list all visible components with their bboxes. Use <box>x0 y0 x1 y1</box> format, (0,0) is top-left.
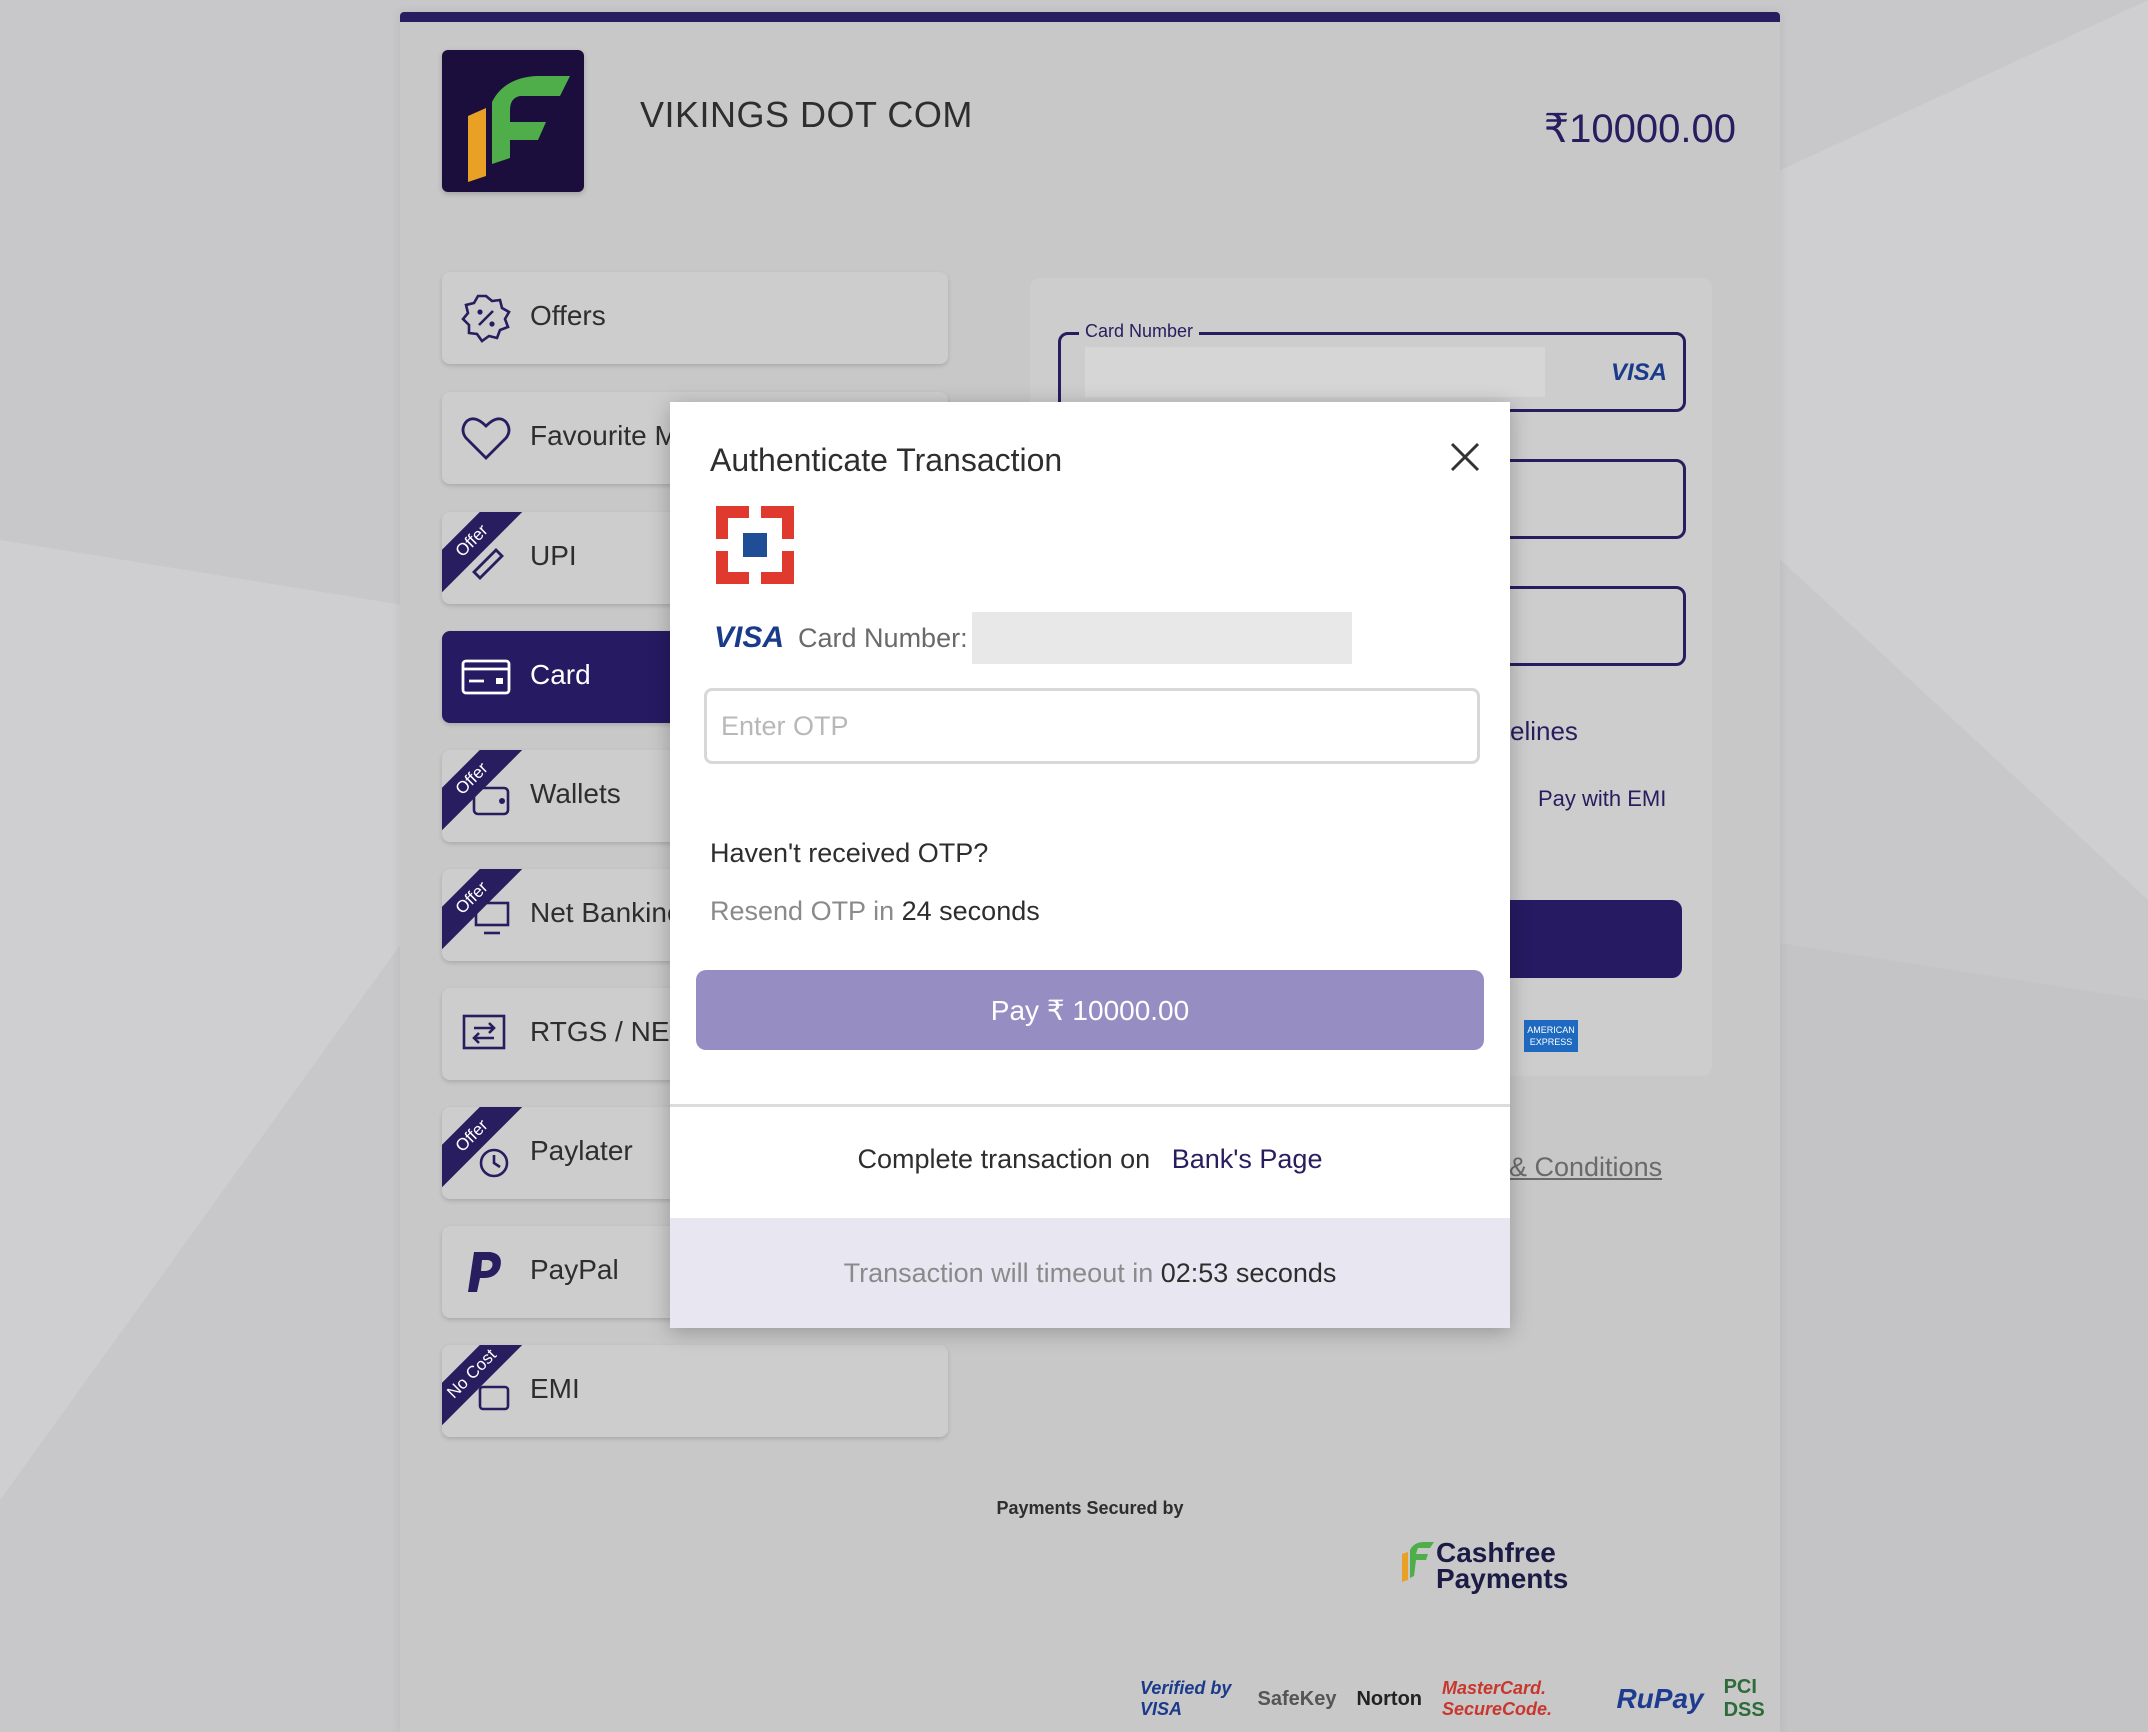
complete-prefix: Complete transaction on <box>857 1144 1151 1174</box>
card-number-label: Card Number: <box>798 622 968 653</box>
verified-by-visa-badge: Verified by VISA <box>1140 1678 1232 1719</box>
card-number-label: Card Number <box>1079 321 1200 342</box>
mastercard-securecode-badge: MasterCard. SecureCode. <box>1442 1678 1553 1719</box>
no-otp-text: Haven't received OTP? <box>710 838 989 868</box>
security-badges: Verified by VISA SafeKey Norton MasterCa… <box>1140 1676 1780 1722</box>
resend-prefix: Resend OTP in <box>710 896 895 926</box>
terms-link[interactable]: ; & Conditions <box>1494 1152 1662 1183</box>
rupay-badge: RuPay <box>1616 1683 1704 1714</box>
bank-logo <box>716 506 794 584</box>
pay-button[interactable]: Pay ₹ 10000.00 <box>696 970 1484 1050</box>
amex-logo: AMERICAN EXPRESS <box>1524 1020 1578 1052</box>
divider <box>670 1104 1510 1107</box>
safekey-badge: SafeKey <box>1257 1687 1337 1710</box>
bank-page-link[interactable]: Bank's Page <box>1172 1144 1323 1174</box>
resend-countdown: 24 seconds <box>901 896 1040 926</box>
guidelines-link[interactable]: elines <box>1510 716 1578 747</box>
pci-dss-badge: PCI DSS <box>1723 1676 1765 1721</box>
merchant-name: VIKINGS DOT COM <box>640 94 973 135</box>
visa-logo: VISA <box>714 621 785 654</box>
timeout-prefix: Transaction will timeout in <box>843 1258 1154 1288</box>
cashfree-brand-line2: Payments <box>1436 1563 1569 1594</box>
upi-icon <box>472 548 504 580</box>
order-amount: ₹10000.00 <box>1543 107 1736 151</box>
method-label: EMI <box>530 1373 580 1404</box>
merchant-logo <box>442 50 584 192</box>
method-label: UPI <box>530 540 577 571</box>
authenticate-modal: Authenticate Transaction VISA Card Numbe… <box>670 402 1510 1328</box>
pay-with-emi-link[interactable]: Pay with EMI <box>1538 786 1666 812</box>
method-label: PayPal <box>530 1254 619 1285</box>
method-label: Card <box>530 659 591 690</box>
heart-icon <box>461 417 511 460</box>
netbanking-icon <box>474 901 510 935</box>
card-number-field[interactable]: Card Number VISA <box>1058 321 1686 412</box>
percent-badge-icon <box>461 294 511 343</box>
modal-title: Authenticate Transaction <box>710 442 1063 478</box>
visa-logo: VISA <box>1610 359 1667 386</box>
resend-otp-text: Resend OTP in 24 seconds <box>710 896 1040 927</box>
timeout-bar: Transaction will timeout in 02:53 second… <box>670 1218 1510 1328</box>
card-number-masked <box>1085 347 1545 397</box>
timeout-countdown: 02:53 seconds <box>1160 1258 1337 1288</box>
secured-by-label: Payments Secured by <box>996 1498 1184 1518</box>
norton-badge: Norton <box>1356 1687 1423 1710</box>
wallet-icon <box>472 786 510 816</box>
card-icon <box>461 659 511 695</box>
method-label: RTGS / NEF <box>530 1016 687 1047</box>
card-number-masked <box>971 612 1352 664</box>
timeout-text: Transaction will timeout in 02:53 second… <box>670 1258 1510 1289</box>
method-label: Wallets <box>530 778 621 809</box>
method-label: Net Bankinc <box>530 897 681 928</box>
complete-on-bank-row: Complete transaction on Bank's Page <box>670 1144 1510 1175</box>
cashfree-logo-icon <box>1402 1542 1434 1582</box>
method-emi[interactable]: No Cost EMI <box>442 1345 948 1437</box>
emi-icon <box>478 1385 510 1411</box>
transfer-icon <box>462 1014 506 1050</box>
clock-icon <box>479 1148 509 1178</box>
method-offers[interactable]: Offers <box>442 272 948 364</box>
method-label: Paylater <box>530 1135 633 1166</box>
otp-input[interactable] <box>704 688 1480 764</box>
close-icon[interactable] <box>1440 432 1490 482</box>
paypal-icon <box>468 1252 501 1292</box>
cashfree-brand: Cashfree Payments <box>1436 1539 1569 1594</box>
top-accent-bar <box>400 12 1780 22</box>
method-label: Offers <box>530 300 606 331</box>
method-label: Favourite M <box>530 420 678 451</box>
modal-card-row: VISA Card Number: <box>714 612 1352 664</box>
